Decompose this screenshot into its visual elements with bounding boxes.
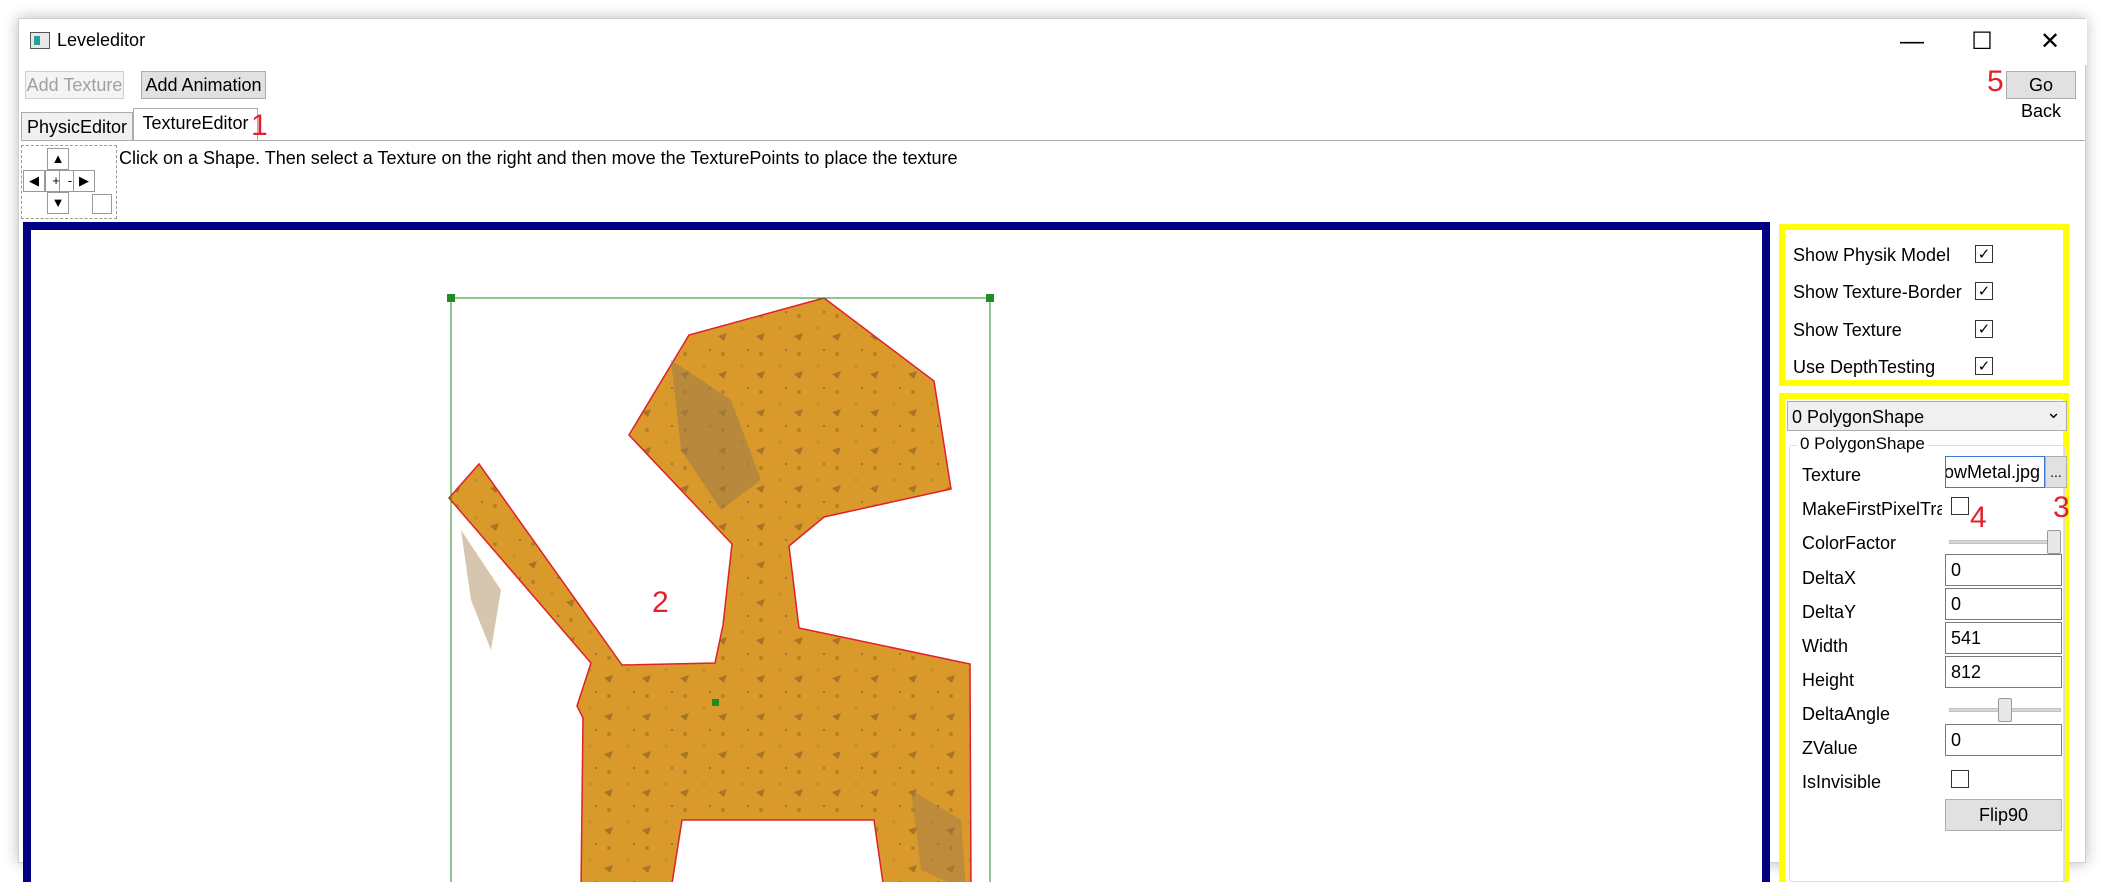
show-texture-border-checkbox[interactable]: ✓ [1975, 282, 1993, 300]
delta-x-label: DeltaX [1802, 568, 1857, 588]
color-factor-slider-track[interactable] [1949, 540, 2061, 544]
delta-y-label: DeltaY [1802, 602, 1857, 622]
annotation-1: 1 [251, 109, 268, 142]
nav-extra-checkbox[interactable] [92, 194, 112, 214]
texture-label: Texture [1802, 465, 1862, 485]
annotation-4: 4 [1970, 501, 1987, 534]
shape-selector-value: 0 PolygonShape [1792, 407, 1925, 427]
zvalue-label: ZValue [1802, 738, 1858, 758]
view-options-panel: Show Physik Model ✓ Show Texture-Border … [1779, 224, 2069, 386]
group-title: 0 PolygonShape [1797, 433, 1928, 455]
chevron-down-icon: ⌄ [2046, 402, 2062, 422]
add-texture-button[interactable]: Add Texture [25, 71, 124, 99]
is-invisible-checkbox[interactable] [1951, 770, 1969, 788]
tab-texture-editor[interactable]: TextureEditor [133, 108, 258, 140]
app-window: Leveleditor — ☐ ✕ Add Texture Add Animat… [18, 18, 2087, 882]
show-texture-border-label: Show Texture-Border [1793, 282, 1962, 302]
use-depth-testing-checkbox[interactable]: ✓ [1975, 357, 1993, 375]
delta-angle-label: DeltaAngle [1802, 704, 1891, 724]
window-title: Leveleditor [57, 30, 146, 50]
pan-down-icon[interactable]: ▼ [47, 192, 69, 214]
height-field[interactable]: 812 [1945, 656, 2062, 688]
flip90-button[interactable]: Flip90 [1945, 799, 2062, 831]
use-depth-testing-label: Use DepthTesting [1793, 357, 1936, 377]
texture-point-top-left[interactable] [447, 294, 455, 302]
show-physik-model-label: Show Physik Model [1793, 245, 1951, 265]
texture-point-top-right[interactable] [986, 294, 994, 302]
editor-canvas[interactable]: 2 [23, 222, 1770, 882]
title-bar[interactable]: Leveleditor — ☐ ✕ [19, 19, 2087, 65]
texture-field[interactable]: owMetal.jpg [1945, 456, 2045, 488]
delta-angle-slider-thumb[interactable] [1998, 698, 2012, 722]
browse-texture-button[interactable]: ... [2045, 456, 2067, 488]
pan-left-icon[interactable]: ◀ [23, 170, 45, 192]
show-texture-label: Show Texture [1793, 320, 1902, 340]
canvas-drawing [447, 294, 994, 882]
make-first-pixel-checkbox[interactable] [1951, 497, 1969, 515]
close-icon[interactable]: ✕ [2015, 19, 2085, 65]
tab-physic-editor[interactable]: PhysicEditor [21, 112, 133, 140]
shape-selector[interactable]: 0 PolygonShape ⌄ [1787, 401, 2067, 431]
textured-shape[interactable] [448, 297, 972, 882]
annotation-2: 2 [652, 586, 669, 619]
annotation-3: 3 [2053, 491, 2070, 524]
height-label: Height [1802, 670, 1855, 690]
show-texture-checkbox[interactable]: ✓ [1975, 320, 1993, 338]
annotation-5: 5 [1987, 65, 2004, 98]
tab-divider [21, 140, 2085, 141]
show-physik-model-checkbox[interactable]: ✓ [1975, 245, 1993, 263]
delta-x-field[interactable]: 0 [1945, 554, 2062, 586]
maximize-icon[interactable]: ☐ [1947, 19, 2017, 65]
color-factor-slider-thumb[interactable] [2047, 530, 2061, 554]
color-factor-label: ColorFactor [1802, 533, 1897, 553]
minimize-icon[interactable]: — [1877, 19, 1947, 65]
pan-up-icon[interactable]: ▲ [47, 148, 69, 170]
shape-properties-panel: 0 PolygonShape ⌄ 0 PolygonShape Texture … [1779, 393, 2070, 882]
navigation-pad: ▲ ◀ + - ▶ ▼ [21, 145, 117, 219]
app-icon [30, 32, 50, 49]
pan-right-icon[interactable]: ▶ [73, 170, 95, 192]
width-field[interactable]: 541 [1945, 622, 2062, 654]
texture-point-center[interactable] [712, 699, 719, 706]
add-animation-button[interactable]: Add Animation [141, 71, 266, 99]
is-invisible-label: IsInvisible [1802, 772, 1882, 792]
delta-y-field[interactable]: 0 [1945, 588, 2062, 620]
make-first-pixel-label: MakeFirstPixelTra [1802, 499, 1942, 519]
go-back-button[interactable]: Go Back [2006, 71, 2076, 121]
texture-field-value: owMetal.jpg [1945, 462, 2040, 482]
width-label: Width [1802, 636, 1849, 656]
zvalue-field[interactable]: 0 [1945, 724, 2062, 756]
instruction-text: Click on a Shape. Then select a Texture … [119, 148, 958, 168]
